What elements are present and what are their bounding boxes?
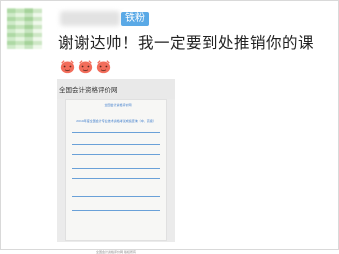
- avatar[interactable]: [7, 8, 42, 49]
- table-rule: [72, 168, 160, 169]
- doc-footer: 全国会计资格评价网 版权所有: [96, 250, 136, 254]
- table-rule: [72, 178, 160, 179]
- comment-body: 谢谢达帅！我一定要到处推销你的课: [58, 34, 315, 52]
- table-rule: [72, 210, 160, 211]
- username-redacted[interactable]: [60, 11, 120, 26]
- shy-face-emoji-icon: [96, 60, 111, 74]
- shy-face-emoji-icon: [78, 60, 93, 74]
- table-rule: [72, 196, 160, 197]
- table-rule: [72, 144, 160, 145]
- attached-image[interactable]: 全国会计资格评价网 全国会计资格评价网 2019年度全国会计专业技术资格考试成绩…: [57, 79, 175, 254]
- doc-heading: 全国会计资格评价网: [104, 103, 132, 107]
- fan-badge: 铁粉: [121, 12, 149, 26]
- table-rule: [72, 132, 160, 133]
- table-rule: [72, 154, 160, 155]
- doc-subheading: 2019年度全国会计专业技术资格考试成绩查询（中、高级）: [76, 119, 156, 123]
- score-document: 全国会计资格评价网 2019年度全国会计专业技术资格考试成绩查询（中、高级） 全…: [65, 99, 167, 254]
- site-header: 全国会计资格评价网: [57, 79, 175, 99]
- site-title: 全国会计资格评价网: [59, 86, 118, 94]
- shy-face-emoji-icon: [60, 60, 75, 74]
